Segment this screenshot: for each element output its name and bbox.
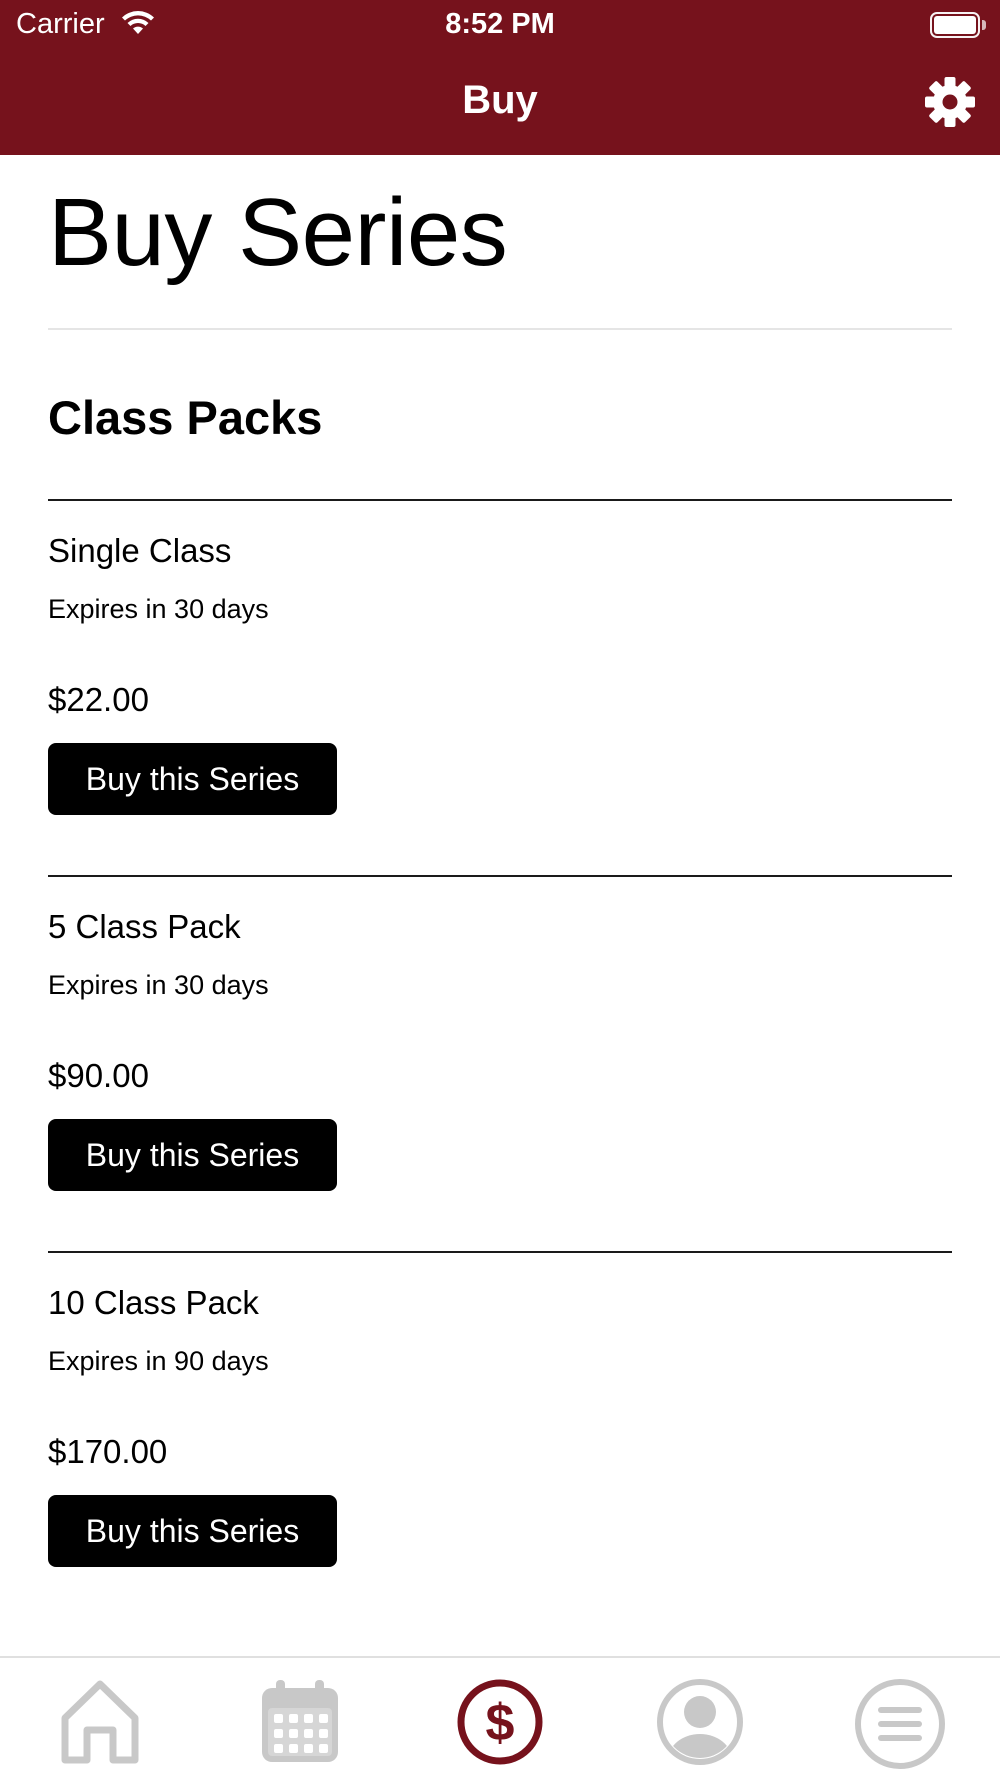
profile-icon bbox=[657, 1679, 743, 1765]
tab-profile[interactable] bbox=[650, 1678, 750, 1778]
tab-bar: $ bbox=[0, 1656, 1000, 1778]
gear-icon bbox=[925, 77, 975, 127]
pack-item-single-class: Single Class Expires in 30 days $22.00 B… bbox=[48, 499, 952, 875]
page-title: Buy Series bbox=[48, 179, 508, 286]
svg-text:$: $ bbox=[486, 1694, 515, 1752]
nav-title: Buy bbox=[462, 78, 538, 122]
home-icon bbox=[61, 1680, 139, 1764]
battery-icon bbox=[930, 12, 986, 38]
pack-expiry: Expires in 30 days bbox=[48, 594, 269, 624]
pack-expiry: Expires in 30 days bbox=[48, 970, 269, 1000]
pack-price: $90.00 bbox=[48, 1057, 149, 1094]
dollar-icon: $ bbox=[457, 1679, 543, 1765]
status-bar: Carrier 8:52 PM bbox=[0, 0, 1000, 50]
tab-buy[interactable]: $ bbox=[450, 1678, 550, 1778]
pack-price: $22.00 bbox=[48, 681, 149, 718]
calendar-icon bbox=[262, 1680, 338, 1762]
pack-expiry: Expires in 90 days bbox=[48, 1346, 269, 1376]
pack-item-10-class-pack: 10 Class Pack Expires in 90 days $170.00… bbox=[48, 1251, 952, 1567]
tab-schedule[interactable] bbox=[250, 1678, 350, 1778]
buy-series-button[interactable]: Buy this Series bbox=[48, 1119, 337, 1191]
pack-item-5-class-pack: 5 Class Pack Expires in 30 days $90.00 B… bbox=[48, 875, 952, 1251]
clock: 8:52 PM bbox=[445, 8, 555, 40]
divider bbox=[48, 328, 952, 330]
tab-home[interactable] bbox=[50, 1678, 150, 1778]
menu-icon bbox=[855, 1679, 945, 1769]
buy-series-button[interactable]: Buy this Series bbox=[48, 1495, 337, 1567]
divider bbox=[48, 499, 952, 501]
app-screen: Carrier 8:52 PM Buy Buy Series Class Pac… bbox=[0, 0, 1000, 1778]
settings-button[interactable] bbox=[924, 76, 976, 128]
main-content: Buy Series Class Packs Single Class Expi… bbox=[48, 155, 952, 1567]
tab-more[interactable] bbox=[850, 1678, 950, 1778]
header-bar: Carrier 8:52 PM Buy bbox=[0, 0, 1000, 155]
divider bbox=[48, 1251, 952, 1253]
section-title: Class Packs bbox=[48, 391, 323, 444]
pack-name: Single Class bbox=[48, 532, 232, 569]
pack-name: 10 Class Pack bbox=[48, 1284, 259, 1321]
pack-name: 5 Class Pack bbox=[48, 908, 241, 945]
pack-price: $170.00 bbox=[48, 1433, 168, 1470]
divider bbox=[48, 875, 952, 877]
buy-series-button[interactable]: Buy this Series bbox=[48, 743, 337, 815]
